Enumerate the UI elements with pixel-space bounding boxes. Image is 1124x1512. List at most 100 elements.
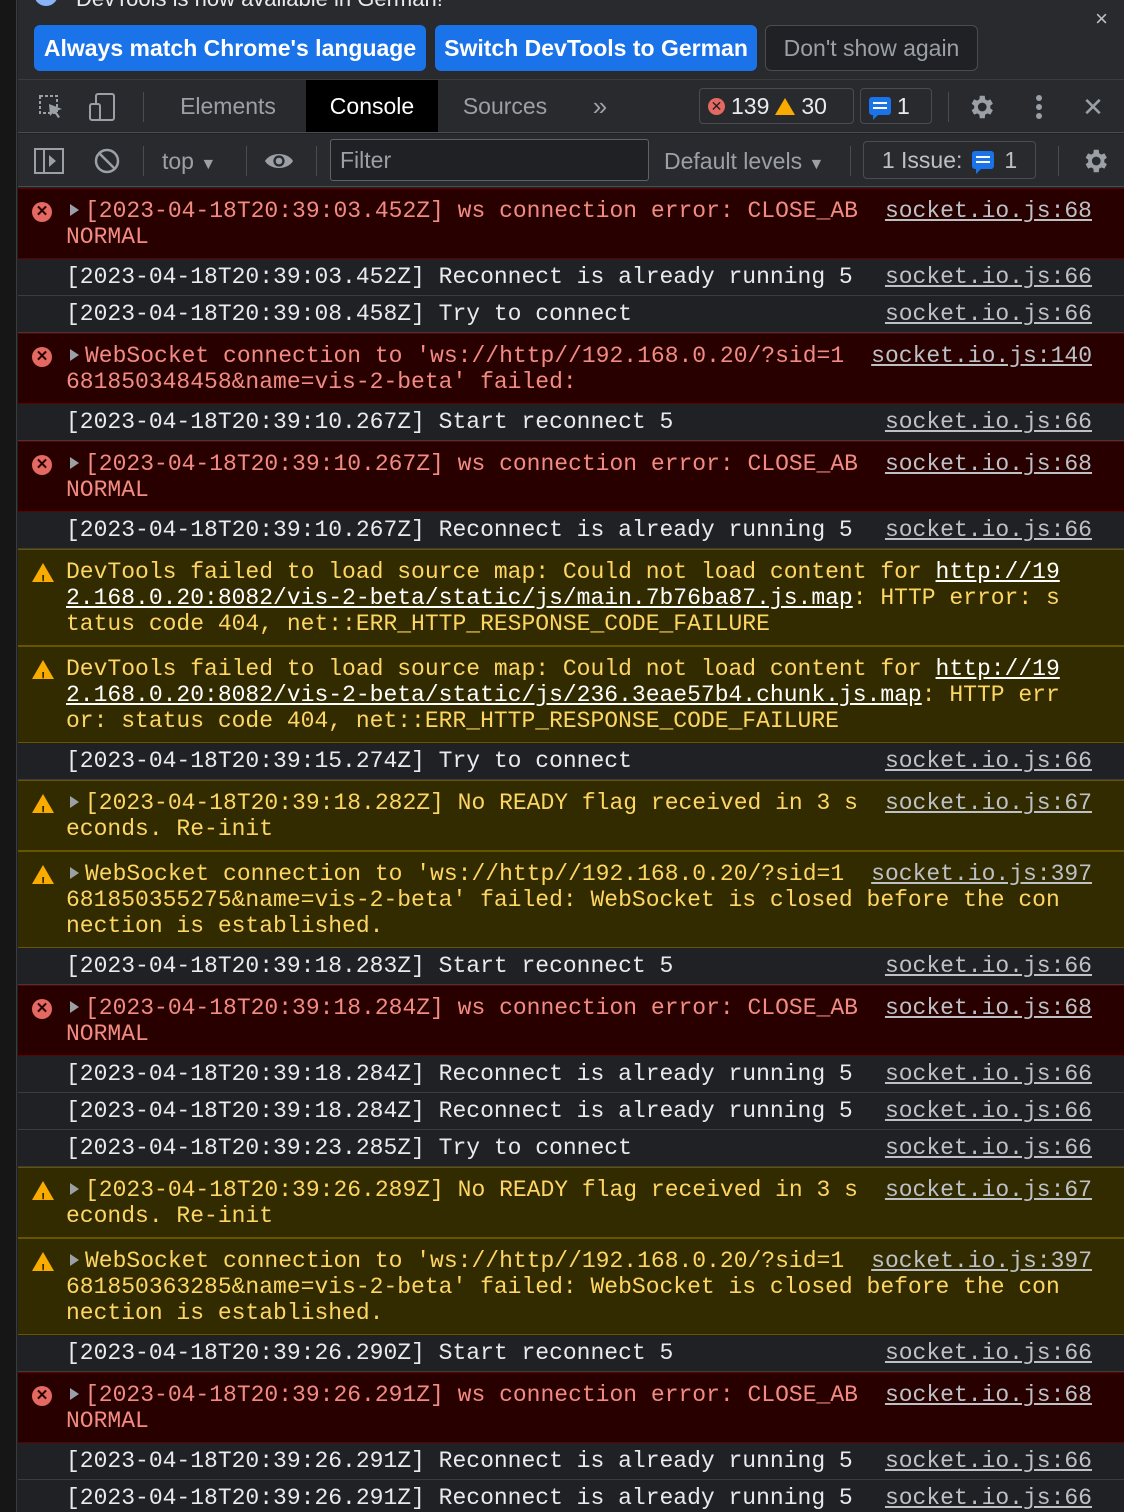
message-body: [2023-04-18T20:39:23.285Z] Try to connec… [66, 1135, 632, 1161]
console-message-log: socket.io.js:66 [2023-04-18T20:39:15.274Z… [18, 743, 1124, 780]
source-link[interactable]: socket.io.js:66 [885, 1448, 1092, 1474]
source-link[interactable]: socket.io.js:68 [885, 1382, 1092, 1408]
sidebar-toggle-icon[interactable] [34, 146, 64, 176]
close-devtools-button[interactable]: ✕ [1078, 92, 1108, 122]
toolbar-divider [246, 146, 247, 176]
source-link[interactable]: socket.io.js:66 [885, 1485, 1092, 1511]
message-body: [2023-04-18T20:39:08.458Z] Try to connec… [66, 301, 632, 327]
tab-console[interactable]: Console [306, 80, 438, 132]
expand-caret-icon[interactable] [70, 1000, 79, 1013]
source-link[interactable]: socket.io.js:66 [885, 953, 1092, 979]
warning-icon: ! [32, 1252, 54, 1276]
tab-sources[interactable]: Sources [446, 80, 564, 132]
console-message-warning: ! socket.io.js:67 [2023-04-18T20:39:18.282… [18, 780, 1124, 851]
issues-counter[interactable]: 1 [860, 88, 932, 124]
source-link[interactable]: socket.io.js:67 [885, 790, 1092, 816]
issues-button[interactable]: 1 Issue: 1 [863, 141, 1036, 179]
toolbar-divider [143, 146, 144, 176]
error-icon: ✕ [32, 202, 52, 222]
expand-caret-icon[interactable] [70, 1387, 79, 1400]
always-match-language-button[interactable]: Always match Chrome's language [34, 25, 426, 71]
console-message-warning: ! socket.io.js:397 WebSocket connection to… [18, 851, 1124, 948]
message-text: socket.io.js:66 [2023-04-18T20:39:26.291Z… [66, 1448, 1092, 1474]
source-link[interactable]: socket.io.js:68 [885, 451, 1092, 477]
issue-icon [972, 151, 995, 174]
source-link[interactable]: socket.io.js:397 [871, 861, 1092, 887]
message-text: socket.io.js:66 [2023-04-18T20:39:18.283Z… [66, 953, 1092, 979]
source-link[interactable]: socket.io.js:66 [885, 264, 1092, 290]
console-message-log: socket.io.js:66 [2023-04-18T20:39:10.267Z… [18, 512, 1124, 549]
console-messages: ✕ socket.io.js:68 [2023-04-18T20:39:03.452… [18, 188, 1124, 1512]
message-body: [2023-04-18T20:39:26.291Z] ws connection… [66, 1382, 858, 1434]
message-body: DevTools failed to load source map: Coul… [66, 559, 936, 585]
device-toolbar-icon[interactable] [88, 92, 118, 122]
message-text: socket.io.js:66 [2023-04-18T20:39:26.290Z… [66, 1340, 1092, 1366]
message-text: socket.io.js:66 [2023-04-18T20:39:18.284Z… [66, 1061, 1092, 1087]
log-levels-select[interactable]: Default levels ▼ [664, 148, 824, 175]
console-message-log: socket.io.js:66 [2023-04-18T20:39:18.284Z… [18, 1056, 1124, 1093]
chevron-down-icon: ▼ [808, 156, 825, 173]
settings-gear-icon[interactable] [966, 92, 996, 122]
expand-caret-icon[interactable] [70, 203, 79, 216]
filter-input[interactable] [330, 139, 649, 181]
source-link[interactable]: socket.io.js:66 [885, 1098, 1092, 1124]
language-infobar: DevTools is now available in German! × A… [18, 0, 1124, 80]
source-link[interactable]: socket.io.js:397 [871, 1248, 1092, 1274]
inspect-element-icon[interactable] [36, 92, 66, 122]
infobar-close-button[interactable]: × [1095, 6, 1108, 32]
source-link[interactable]: socket.io.js:66 [885, 748, 1092, 774]
expand-caret-icon[interactable] [70, 348, 79, 361]
live-expression-eye-icon[interactable] [264, 146, 294, 176]
warning-count: 30 [801, 92, 827, 119]
message-text: socket.io.js:67 [2023-04-18T20:39:26.289Z… [66, 1177, 1092, 1229]
more-tabs-button[interactable]: » [580, 80, 620, 132]
more-options-icon[interactable] [1024, 92, 1054, 122]
toolbar-divider [143, 92, 144, 122]
message-text: socket.io.js:68 [2023-04-18T20:39:26.291Z… [66, 1382, 1092, 1434]
console-settings-gear-icon[interactable] [1080, 146, 1110, 176]
source-link[interactable]: socket.io.js:68 [885, 198, 1092, 224]
console-message-warning: ! socket.io.js:397 WebSocket connection to… [18, 1238, 1124, 1335]
tab-elements[interactable]: Elements [160, 80, 296, 132]
window-left-edge [0, 0, 17, 1512]
error-warning-counter[interactable]: ✕ 139 30 [699, 88, 854, 124]
message-body: [2023-04-18T20:39:26.290Z] Start reconne… [66, 1340, 674, 1366]
source-link[interactable]: socket.io.js:66 [885, 301, 1092, 327]
expand-caret-icon[interactable] [70, 866, 79, 879]
console-message-warning: ! socket.io.js:67 [2023-04-18T20:39:26.289… [18, 1167, 1124, 1238]
source-link[interactable]: socket.io.js:67 [885, 1177, 1092, 1203]
message-body: [2023-04-18T20:39:18.284Z] Reconnect is … [66, 1098, 853, 1124]
source-link[interactable]: socket.io.js:66 [885, 517, 1092, 543]
source-link[interactable]: socket.io.js:66 [885, 1340, 1092, 1366]
source-link[interactable]: socket.io.js:68 [885, 995, 1092, 1021]
issue-count: 1 [897, 92, 910, 119]
message-text: DevTools failed to load source map: Coul… [66, 656, 1072, 734]
console-message-error: ✕ socket.io.js:140 WebSocket connection to… [18, 333, 1124, 404]
context-value: top [162, 148, 194, 174]
source-link[interactable]: socket.io.js:66 [885, 1135, 1092, 1161]
toolbar-divider [1058, 146, 1059, 176]
console-message-error: ✕ socket.io.js:68 [2023-04-18T20:39:10.267… [18, 441, 1124, 512]
message-body: WebSocket connection to 'ws://http//192.… [66, 343, 845, 395]
console-message-log: socket.io.js:66 [2023-04-18T20:39:18.284Z… [18, 1093, 1124, 1130]
source-link[interactable]: socket.io.js:66 [885, 1061, 1092, 1087]
console-message-error: ✕ socket.io.js:68 [2023-04-18T20:39:26.291… [18, 1372, 1124, 1443]
source-link[interactable]: socket.io.js:66 [885, 409, 1092, 435]
expand-caret-icon[interactable] [70, 1253, 79, 1266]
dont-show-again-button[interactable]: Don't show again [765, 25, 978, 71]
infobar-message: DevTools is now available in German! [76, 0, 443, 12]
message-body: [2023-04-18T20:39:26.291Z] Reconnect is … [66, 1485, 853, 1511]
expand-caret-icon[interactable] [70, 795, 79, 808]
source-link[interactable]: socket.io.js:140 [871, 343, 1092, 369]
info-icon [34, 0, 58, 6]
console-message-log: socket.io.js:66 [2023-04-18T20:39:23.285Z… [18, 1130, 1124, 1167]
expand-caret-icon[interactable] [70, 1182, 79, 1195]
context-select[interactable]: top ▼ [162, 148, 216, 175]
console-message-error: ✕ socket.io.js:68 [2023-04-18T20:39:03.452… [18, 188, 1124, 259]
switch-to-german-button[interactable]: Switch DevTools to German [435, 25, 757, 71]
expand-caret-icon[interactable] [70, 456, 79, 469]
log-levels-value: Default levels [664, 148, 803, 174]
message-body: DevTools failed to load source map: Coul… [66, 656, 936, 682]
clear-console-icon[interactable] [92, 146, 122, 176]
console-message-error: ✕ socket.io.js:68 [2023-04-18T20:39:18.284… [18, 985, 1124, 1056]
